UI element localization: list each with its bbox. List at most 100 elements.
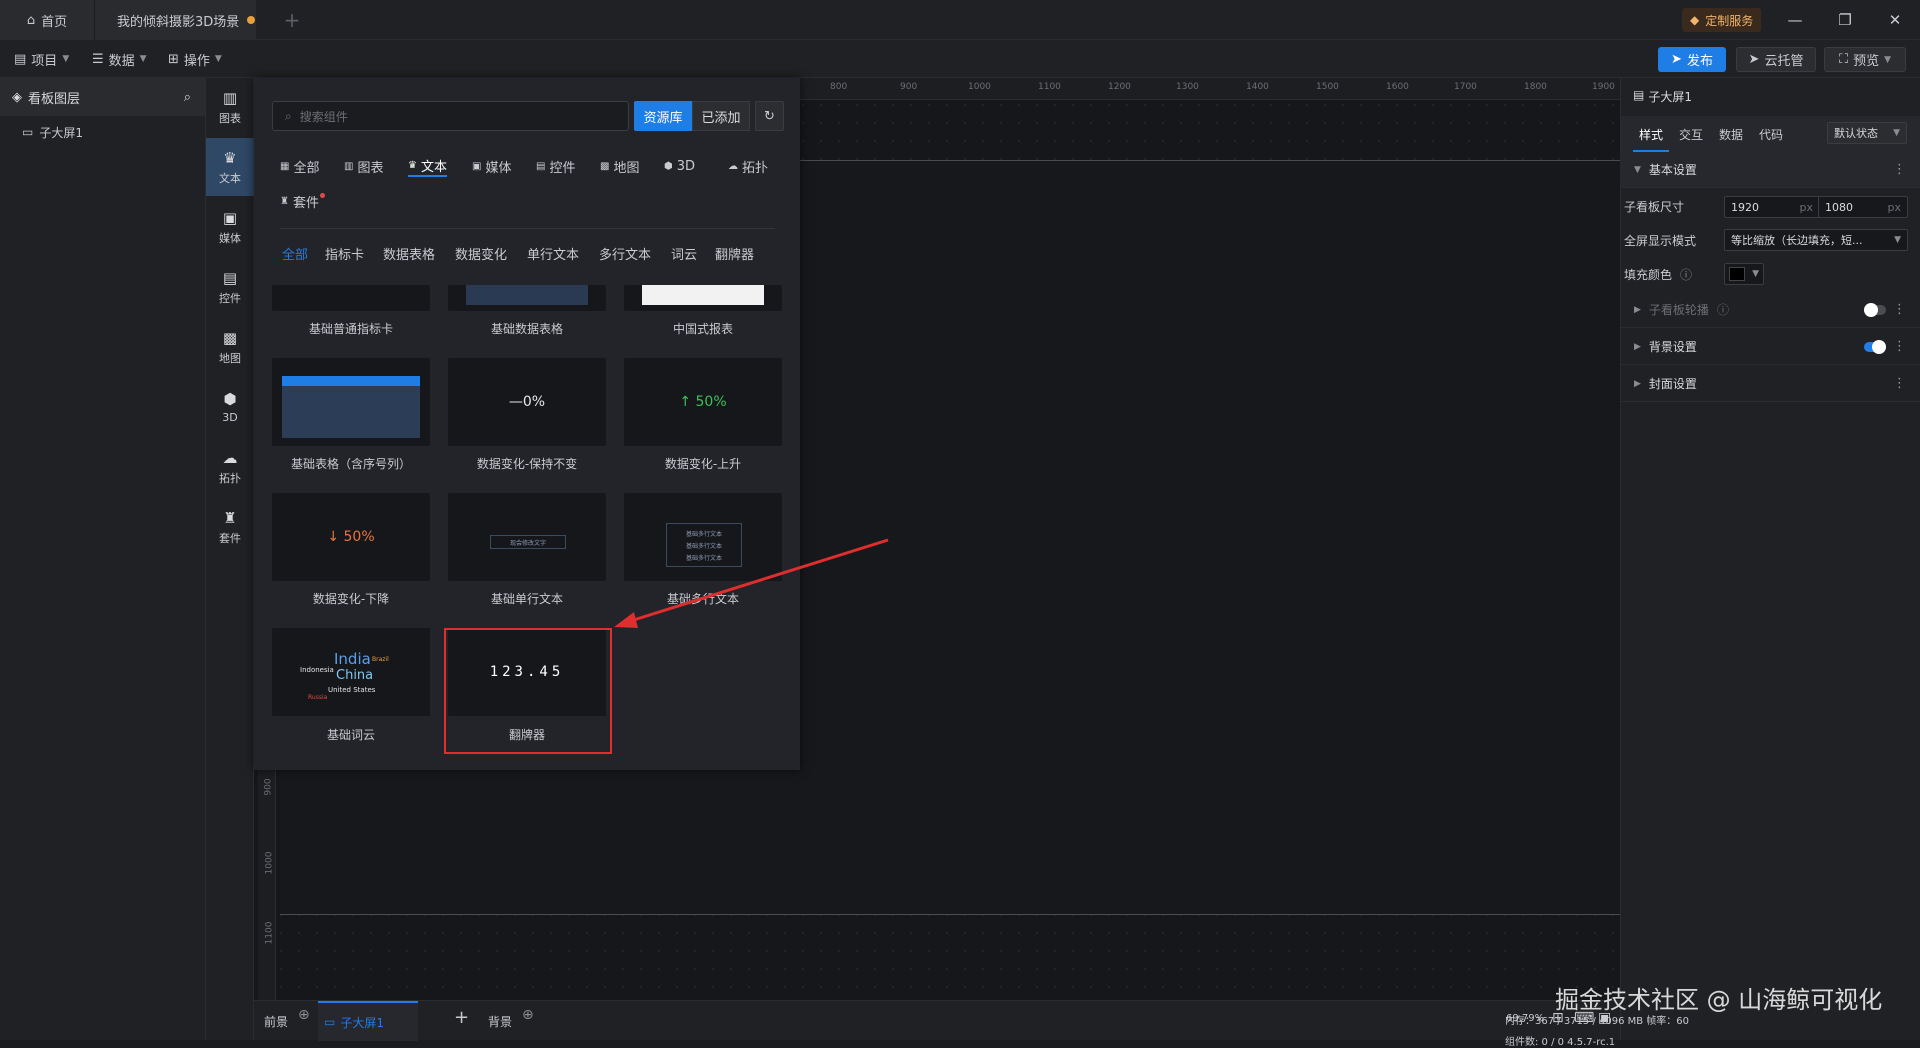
tab-label: 套件 xyxy=(292,195,319,211)
new-tab-button[interactable]: + xyxy=(272,0,312,40)
ruler-label: 1800 xyxy=(1524,82,1547,92)
watermark: 掘金技术社区 @ 山海鲸可视化 xyxy=(1555,986,1883,1014)
layer-item[interactable]: ▭ 子大屏1 xyxy=(0,116,205,148)
tab-home[interactable]: ⌂ 首页 xyxy=(0,0,94,40)
props-tab-interaction[interactable]: 交互 xyxy=(1679,126,1703,143)
subtab-word-cloud[interactable]: 词云 xyxy=(671,244,697,263)
fullscreen-select[interactable]: 等比缩放（长边填充，短... ▼ xyxy=(1724,229,1908,251)
height-input[interactable]: 1080 px xyxy=(1818,196,1908,218)
fill-color-picker[interactable]: ▼ xyxy=(1724,263,1764,285)
menu-operate[interactable]: ⊞ 操作 ▼ xyxy=(168,49,222,69)
section-cover[interactable]: ▶ 封面设置 ⋮ xyxy=(1620,366,1920,402)
component-card[interactable]: 现会修改文字 xyxy=(448,493,606,581)
subtab-data-table[interactable]: 数据表格 xyxy=(383,244,435,263)
category-3d[interactable]: ⬢ 3D xyxy=(206,378,254,436)
ruler-label: 1700 xyxy=(1454,82,1477,92)
section-carousel[interactable]: ▶ 子看板轮播 ⓘ ⋮ xyxy=(1620,292,1920,328)
add-circle-icon[interactable]: ⊕ xyxy=(522,1007,534,1023)
component-card[interactable] xyxy=(272,358,430,446)
category-control[interactable]: ▤ 控件 xyxy=(206,258,254,316)
tab-chart[interactable]: ▥ 图表 xyxy=(344,155,383,177)
menu-data[interactable]: ☰ 数据 ▼ xyxy=(92,49,147,69)
component-card[interactable] xyxy=(624,285,782,311)
refresh-button[interactable]: ↻ xyxy=(755,101,784,131)
props-tab-data[interactable]: 数据 xyxy=(1719,126,1743,143)
subtab-indicator-card[interactable]: 指标卡 xyxy=(325,244,364,263)
control-icon: ▤ xyxy=(536,160,546,172)
component-card[interactable]: India China Indonesia United States Braz… xyxy=(272,628,430,716)
menu-project[interactable]: ▤ 项目 ▼ xyxy=(14,49,69,69)
component-card[interactable] xyxy=(448,285,606,311)
help-icon[interactable]: ⓘ xyxy=(1680,266,1692,283)
component-card[interactable]: ↑ 50% xyxy=(624,358,782,446)
carousel-toggle[interactable] xyxy=(1864,303,1886,317)
properties-panel: ▤ 子大屏1 样式 交互 数据 代码 默认状态 ▼ xyxy=(1620,78,1920,1040)
subtab-all[interactable]: 全部 xyxy=(282,244,308,263)
add-screen-button[interactable]: + xyxy=(454,1007,469,1028)
section-background[interactable]: ▶ 背景设置 ⋮ xyxy=(1620,329,1920,365)
custom-service-button[interactable]: ◆ 定制服务 xyxy=(1682,8,1762,32)
more-icon[interactable]: ⋮ xyxy=(1893,302,1906,317)
component-card[interactable] xyxy=(272,285,430,311)
tab-control[interactable]: ▤ 控件 xyxy=(536,155,575,177)
tab-label: 地图 xyxy=(613,160,640,176)
props-tab-style[interactable]: 样式 xyxy=(1639,126,1663,143)
tab-label: 全部 xyxy=(293,160,320,176)
help-icon: ⓘ xyxy=(1716,303,1729,317)
more-icon[interactable]: ⋮ xyxy=(1893,376,1906,391)
tab-kit[interactable]: ♜ 套件 xyxy=(280,190,325,212)
category-media[interactable]: ▣ 媒体 xyxy=(206,198,254,256)
search-input[interactable]: ⌕ 搜索组件 xyxy=(272,101,629,131)
toggle-knob xyxy=(1872,340,1886,354)
props-tab-code[interactable]: 代码 xyxy=(1759,126,1783,143)
tab-all[interactable]: ▦ 全部 xyxy=(280,155,319,177)
more-icon[interactable]: ⋮ xyxy=(1893,339,1906,354)
status-components: 组件数: 0 / 0 4.5.7-rc.1 xyxy=(1505,1037,1616,1048)
cloud-host-button[interactable]: ➤ 云托管 xyxy=(1736,47,1816,72)
subtab-multi-line-text[interactable]: 多行文本 xyxy=(599,244,651,263)
more-icon[interactable]: ⋮ xyxy=(1893,162,1906,177)
tab-map[interactable]: ▩ 地图 xyxy=(600,155,639,177)
foreground-tab[interactable]: 前景 xyxy=(264,1013,288,1030)
tab-3d[interactable]: ⬢ 3D xyxy=(664,155,695,177)
component-card[interactable]: —0% xyxy=(448,358,606,446)
subtab-flip-counter[interactable]: 翻牌器 xyxy=(715,244,754,263)
category-label: 控件 xyxy=(219,291,241,305)
card-label: 数据变化-保持不变 xyxy=(476,457,578,471)
close-button[interactable]: ✕ xyxy=(1870,0,1920,40)
tab-project[interactable]: 我的倾斜摄影3D场景 xyxy=(94,0,256,40)
category-kit[interactable]: ♜ 套件 xyxy=(206,498,254,556)
background-tab[interactable]: 背景 xyxy=(488,1013,512,1030)
category-chart[interactable]: ▥ 图表 xyxy=(206,78,254,136)
resource-library-button[interactable]: 资源库 xyxy=(634,101,692,131)
width-input[interactable]: 1920 px xyxy=(1724,196,1820,218)
restore-button[interactable]: ❐ xyxy=(1820,0,1870,40)
cube-icon: ⬢ xyxy=(664,160,673,172)
category-map[interactable]: ▩ 地图 xyxy=(206,318,254,376)
added-button[interactable]: 已添加 xyxy=(692,101,750,131)
card-label: 基础词云 xyxy=(326,728,375,742)
tab-media[interactable]: ▣ 媒体 xyxy=(472,155,511,177)
section-basic[interactable]: ▼ 基本设置 ⋮ xyxy=(1620,152,1920,188)
subtab-single-line-text[interactable]: 单行文本 xyxy=(527,244,579,263)
highlight-box xyxy=(444,628,612,754)
tab-text[interactable]: ♛ 文本 xyxy=(408,155,447,177)
minimize-button[interactable]: — xyxy=(1770,0,1820,40)
menu-operate-label: 操作 xyxy=(183,53,210,69)
subtab-data-change[interactable]: 数据变化 xyxy=(455,244,507,263)
search-icon[interactable]: ⌕ xyxy=(184,90,191,105)
background-toggle[interactable] xyxy=(1864,340,1886,354)
tab-topology[interactable]: ☁ 拓扑 xyxy=(728,155,768,177)
size-label: 子看板尺寸 xyxy=(1624,200,1685,214)
fullscreen-label: 全屏显示模式 xyxy=(1624,234,1697,248)
add-circle-icon[interactable]: ⊕ xyxy=(298,1007,310,1023)
state-select[interactable]: 默认状态 ▼ xyxy=(1827,122,1907,144)
category-topology[interactable]: ☁ 拓扑 xyxy=(206,438,254,496)
category-text[interactable]: ♛ 文本 xyxy=(206,138,254,196)
search-icon: ⌕ xyxy=(285,108,292,123)
section-carousel-label: 子看板轮播 xyxy=(1648,303,1709,317)
preview-button[interactable]: ⛶ 预览 ▼ xyxy=(1824,47,1906,72)
screen-tab[interactable]: ▭ 子大屏1 xyxy=(318,1001,418,1041)
component-card[interactable]: ↓ 50% xyxy=(272,493,430,581)
publish-button[interactable]: ➤ 发布 xyxy=(1658,47,1726,72)
